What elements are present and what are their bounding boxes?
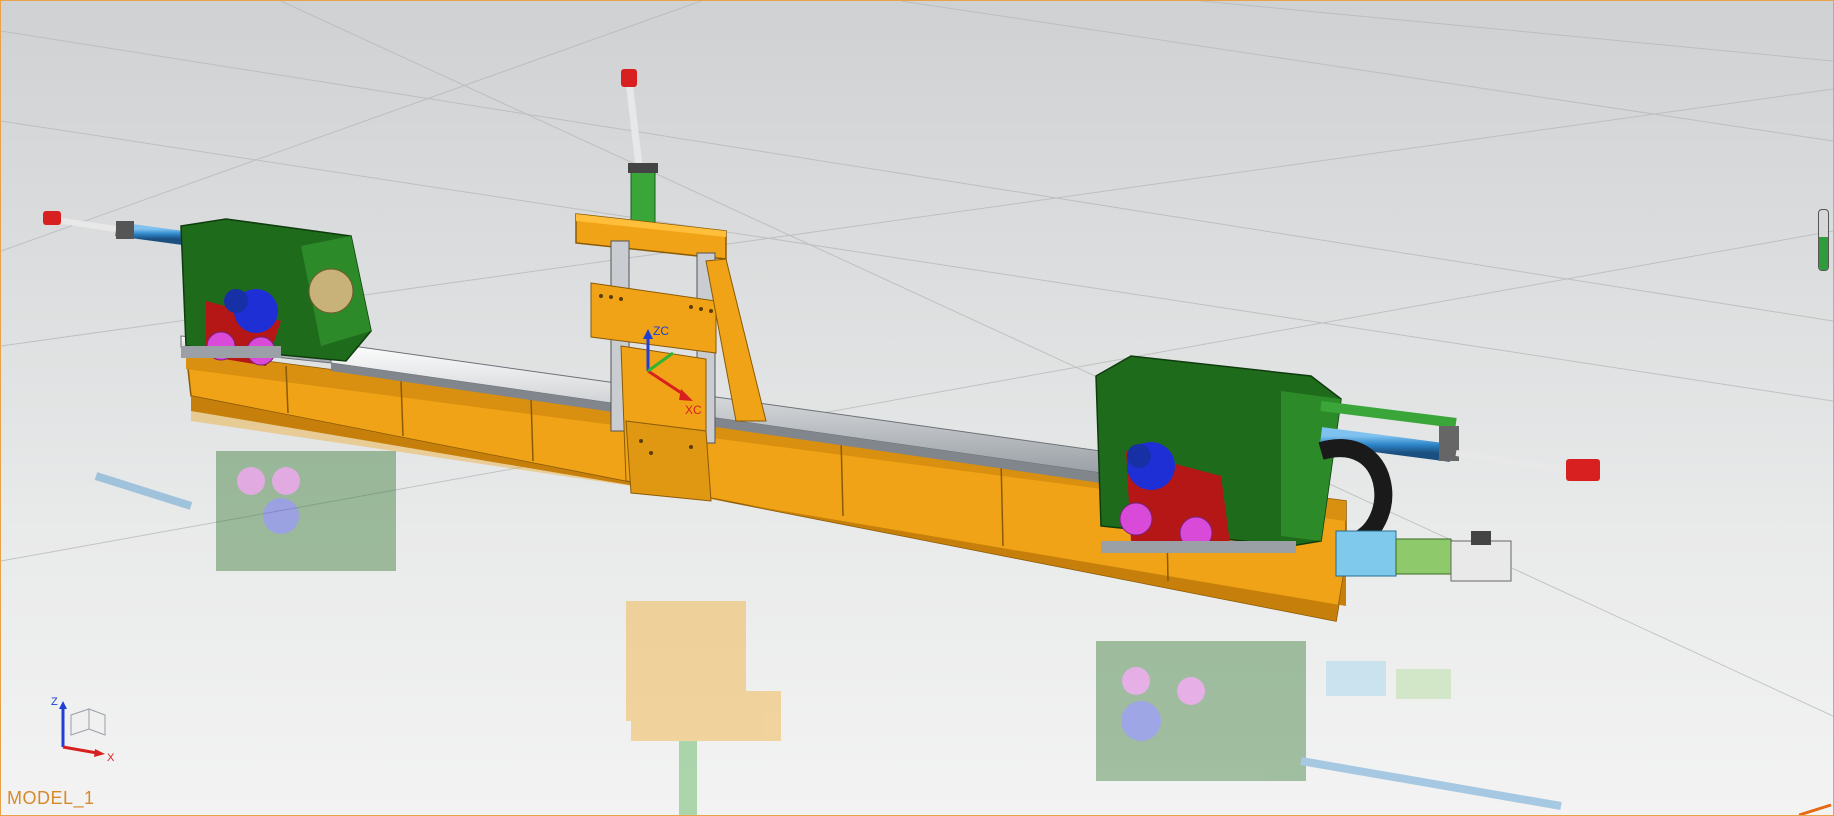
left-cylinder (43, 211, 192, 246)
motor-assembly (1335, 530, 1512, 582)
wcs-zc-label: ZC (653, 324, 669, 338)
wcs-xc-label: XC (685, 403, 702, 417)
graphics-viewport[interactable]: ZC XC Z X MODEL_1 (0, 0, 1834, 816)
triad-z-label: Z (51, 696, 58, 708)
left-carriage (180, 218, 372, 366)
3d-model-scene[interactable]: ZC XC (1, 1, 1833, 815)
view-triad[interactable]: Z X (49, 695, 129, 767)
right-carriage (1095, 355, 1342, 553)
corner-handle-icon (1798, 803, 1832, 815)
zoom-level-bar[interactable] (1818, 209, 1829, 271)
model-name-label: MODEL_1 (7, 788, 95, 808)
floor-grid (1, 1, 1833, 717)
zoom-level-fill (1819, 237, 1828, 270)
right-cylinder (1319, 401, 1600, 481)
triad-x-label: X (107, 752, 115, 764)
